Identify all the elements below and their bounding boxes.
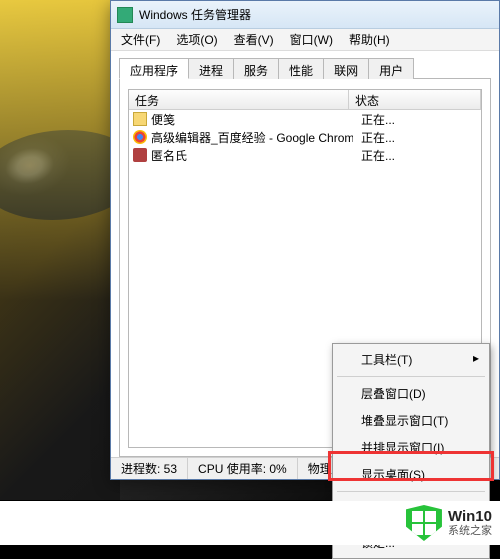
list-header: 任务 状态 [129,90,481,110]
task-name: 匿名氏 [151,147,353,164]
ctx-stack-vertical[interactable]: 并排显示窗口(I) [335,434,487,461]
col-header-status[interactable]: 状态 [349,90,481,109]
task-status: 正在... [357,147,481,164]
menu-windows[interactable]: 窗口(W) [284,29,339,50]
brand-line1: Win10 [448,509,492,526]
ctx-cascade[interactable]: 层叠窗口(D) [335,380,487,407]
status-cpu-usage: CPU 使用率: 0% [188,458,298,479]
tab-network[interactable]: 联网 [323,58,369,79]
ctx-stack-horizontal[interactable]: 堆叠显示窗口(T) [335,407,487,434]
titlebar[interactable]: Windows 任务管理器 [111,1,499,29]
list-body: 便笺 正在... 高级编辑器_百度经验 - Google Chrome 正在..… [129,110,481,164]
tab-applications[interactable]: 应用程序 [119,58,189,79]
window-title: Windows 任务管理器 [139,6,251,23]
watermark: Win10 系统之家 [0,501,500,545]
task-status: 正在... [357,129,481,146]
tab-services[interactable]: 服务 [233,58,279,79]
menubar: 文件(F) 选项(O) 查看(V) 窗口(W) 帮助(H) [111,29,499,51]
tab-processes[interactable]: 进程 [188,58,234,79]
separator [337,491,485,492]
submenu-arrow-icon: ▸ [473,351,479,365]
task-status: 正在... [357,111,481,128]
status-process-count: 进程数: 53 [111,458,188,479]
list-item[interactable]: 高级编辑器_百度经验 - Google Chrome 正在... [129,128,481,146]
ctx-toolbar-label: 工具栏(T) [361,353,412,367]
list-item[interactable]: 便笺 正在... [129,110,481,128]
chrome-icon [133,130,147,144]
separator [337,376,485,377]
ctx-toolbar[interactable]: 工具栏(T) ▸ [335,346,487,373]
user-icon [133,148,147,162]
tab-performance[interactable]: 性能 [278,58,324,79]
menu-view[interactable]: 查看(V) [228,29,280,50]
shield-icon [406,505,442,541]
notes-icon [133,112,147,126]
list-item[interactable]: 匿名氏 正在... [129,146,481,164]
brand-line2: 系统之家 [448,525,492,537]
ctx-show-desktop[interactable]: 显示桌面(S) [335,461,487,488]
tabstrip: 应用程序 进程 服务 性能 联网 用户 [119,57,491,79]
col-header-task[interactable]: 任务 [129,90,349,109]
menu-help[interactable]: 帮助(H) [343,29,396,50]
tab-users[interactable]: 用户 [368,58,414,79]
menu-file[interactable]: 文件(F) [115,29,166,50]
task-name: 高级编辑器_百度经验 - Google Chrome [151,129,353,146]
brand-text: Win10 系统之家 [448,509,492,538]
menu-options[interactable]: 选项(O) [170,29,223,50]
app-icon [117,7,133,23]
task-name: 便笺 [151,111,353,128]
